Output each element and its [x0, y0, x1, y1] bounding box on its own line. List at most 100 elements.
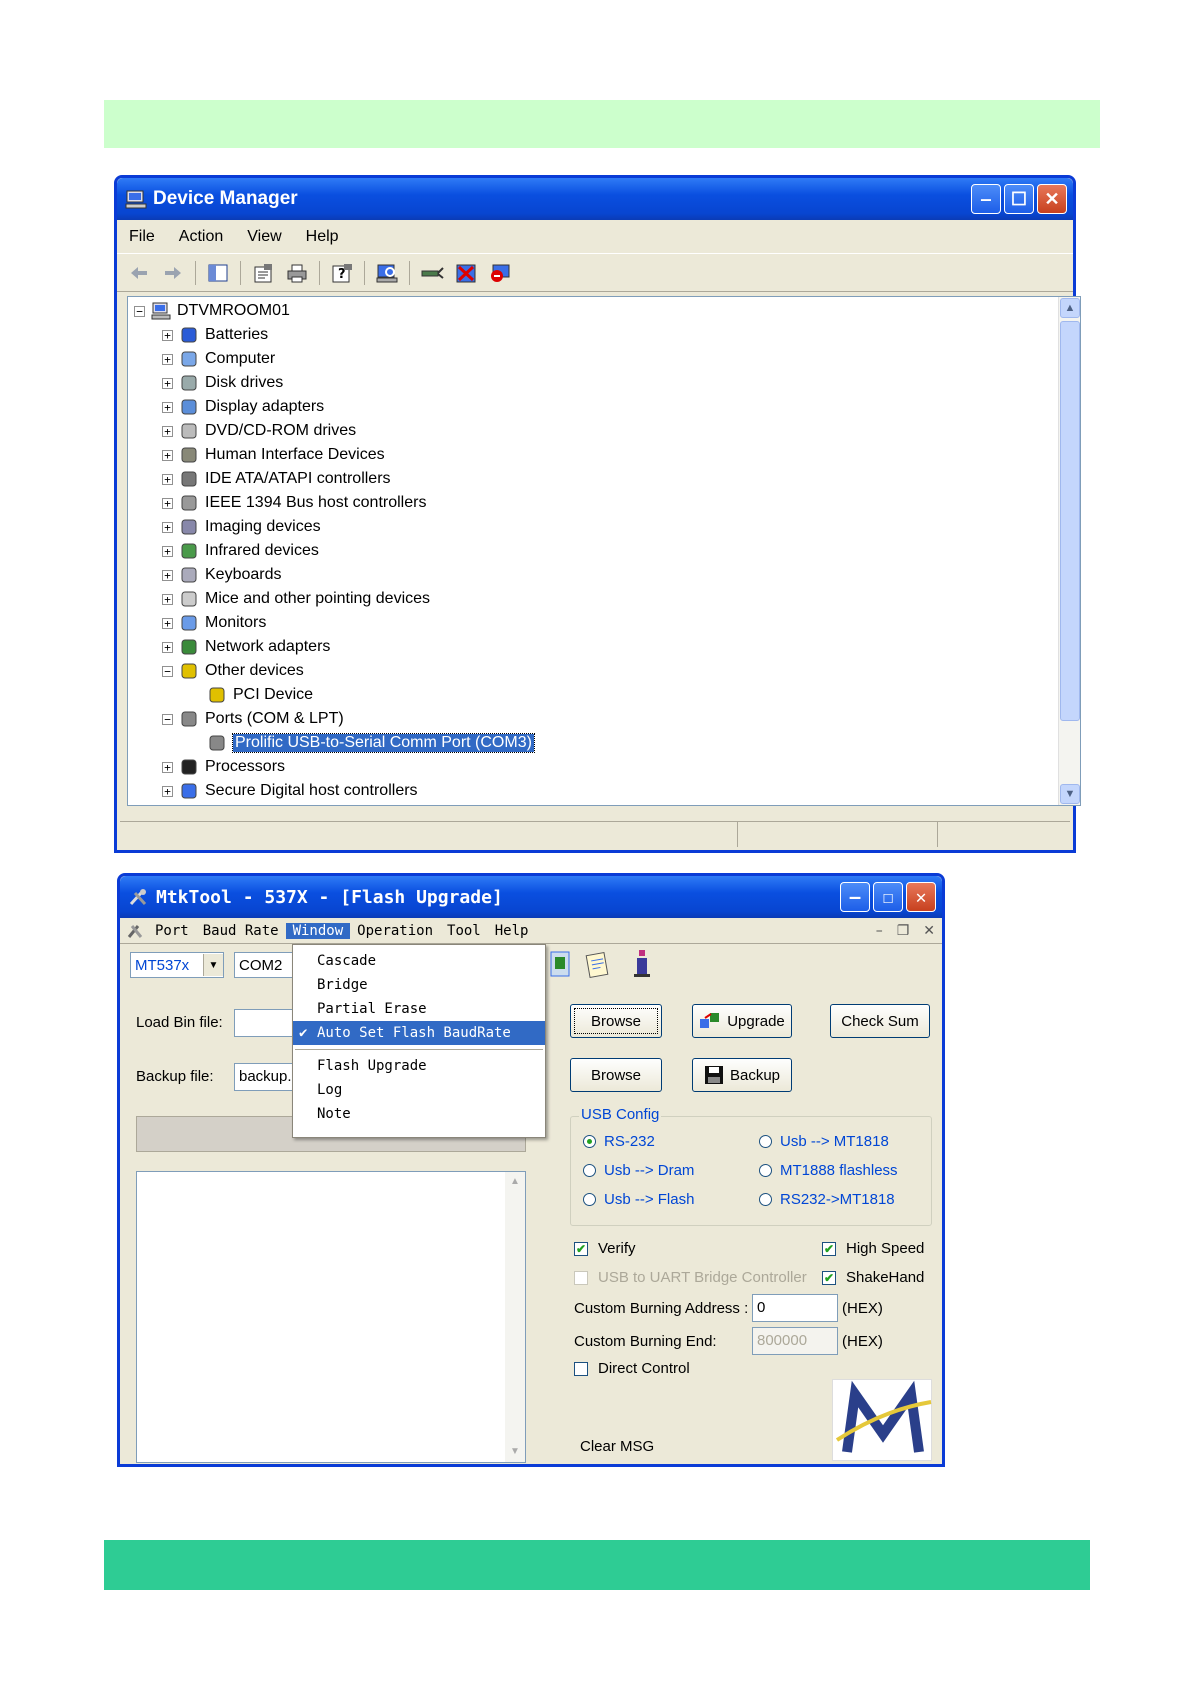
menu-item-note[interactable]: Note: [293, 1102, 545, 1126]
menu-item-cascade[interactable]: Cascade: [293, 949, 545, 973]
notepad-icon[interactable]: [584, 950, 610, 982]
scroll-up-button[interactable]: ▲: [1060, 298, 1080, 318]
backup-file-input[interactable]: backup.bin: [234, 1063, 296, 1091]
minimize-button[interactable]: ‒: [971, 184, 1001, 214]
usb-uart-checkbox[interactable]: USB to UART Bridge Controller: [574, 1269, 807, 1286]
menu-item-auto-set-flash-baudrate[interactable]: ✔ Auto Set Flash BaudRate: [293, 1021, 545, 1045]
help-icon[interactable]: ?: [330, 262, 354, 284]
expand-toggle[interactable]: +: [162, 785, 173, 797]
tree-item[interactable]: + Mice and other pointing devices: [162, 587, 430, 611]
scroll-thumb[interactable]: [1060, 321, 1080, 721]
scroll-down-button[interactable]: ▼: [1060, 784, 1080, 804]
collapse-toggle[interactable]: −: [134, 305, 145, 317]
custom-address-input[interactable]: 0: [752, 1294, 838, 1322]
expand-toggle[interactable]: +: [162, 353, 173, 365]
chevron-down-icon[interactable]: ▼: [203, 954, 223, 976]
high-speed-checkbox[interactable]: ✔ High Speed: [822, 1240, 924, 1257]
expand-toggle[interactable]: +: [162, 617, 173, 629]
radio-indicator[interactable]: [583, 1135, 596, 1148]
expand-toggle[interactable]: +: [162, 761, 173, 773]
tree-item[interactable]: + IDE ATA/ATAPI controllers: [162, 467, 391, 491]
menu-item-bridge[interactable]: Bridge: [293, 973, 545, 997]
shakehand-checkbox[interactable]: ✔ ShakeHand: [822, 1269, 924, 1286]
device-tree[interactable]: − DTVMROOM01 + Batteries + Computer + Disk dr…: [127, 296, 1081, 806]
message-log[interactable]: ▲ ▼: [136, 1171, 526, 1463]
update-driver-icon[interactable]: [420, 262, 444, 284]
menu-window[interactable]: Window: [285, 922, 351, 939]
expand-toggle[interactable]: +: [162, 473, 173, 485]
radio-indicator[interactable]: [583, 1193, 596, 1206]
radio-rs232-mt1818[interactable]: RS232->MT1818: [759, 1191, 895, 1208]
check-sum-button[interactable]: Check Sum: [830, 1004, 930, 1038]
menu-item-partial-erase[interactable]: Partial Erase: [293, 997, 545, 1021]
tree-item[interactable]: + Batteries: [162, 323, 268, 347]
browse-bin-button[interactable]: Browse: [570, 1004, 662, 1038]
mdi-minimize-button[interactable]: –: [869, 923, 890, 939]
backup-button[interactable]: Backup: [692, 1058, 792, 1092]
tree-item[interactable]: + Human Interface Devices: [162, 443, 385, 467]
browse-backup-button[interactable]: Browse: [570, 1058, 662, 1092]
menu-file[interactable]: File: [117, 228, 167, 246]
radio-usb-mt1818[interactable]: Usb --> MT1818: [759, 1133, 889, 1150]
radio-indicator[interactable]: [759, 1135, 772, 1148]
tree-item[interactable]: + Processors: [162, 755, 285, 779]
mdi-restore-button[interactable]: ❐: [890, 923, 917, 939]
tree-item[interactable]: − Other devices: [162, 659, 304, 683]
tree-item[interactable]: + Keyboards: [162, 563, 282, 587]
log-vertical-scrollbar[interactable]: ▲ ▼: [505, 1172, 525, 1462]
expand-toggle[interactable]: +: [162, 377, 173, 389]
scroll-up-button[interactable]: ▲: [505, 1172, 525, 1192]
radio-indicator[interactable]: [759, 1193, 772, 1206]
back-icon[interactable]: [127, 262, 151, 284]
tree-item[interactable]: + Imaging devices: [162, 515, 321, 539]
tree-item[interactable]: + Disk drives: [162, 371, 283, 395]
load-bin-input[interactable]: [234, 1009, 294, 1037]
checkbox-box[interactable]: [574, 1361, 588, 1376]
expand-toggle[interactable]: +: [162, 521, 173, 533]
print-icon[interactable]: [285, 262, 309, 284]
expand-toggle[interactable]: +: [162, 401, 173, 413]
tree-item[interactable]: + Secure Digital host controllers: [162, 779, 418, 803]
tree-item[interactable]: Prolific USB-to-Serial Comm Port (COM3): [190, 731, 535, 755]
forward-icon[interactable]: [161, 262, 185, 284]
tree-vertical-scrollbar[interactable]: ▲ ▼: [1058, 297, 1080, 805]
radio-mt1888-flashless[interactable]: MT1888 flashless: [759, 1162, 898, 1179]
console-tree-icon[interactable]: [206, 262, 230, 284]
expand-toggle[interactable]: +: [162, 449, 173, 461]
collapse-toggle[interactable]: −: [162, 665, 173, 677]
tree-item[interactable]: + Monitors: [162, 611, 266, 635]
radio-usb-flash[interactable]: Usb --> Flash: [583, 1191, 694, 1208]
tree-item[interactable]: + IEEE 1394 Bus host controllers: [162, 491, 426, 515]
tree-item[interactable]: − Ports (COM & LPT): [162, 707, 344, 731]
clear-msg-button[interactable]: Clear MSG: [580, 1438, 654, 1455]
uninstall-icon[interactable]: [454, 262, 478, 284]
menu-operation[interactable]: Operation: [350, 923, 440, 939]
tree-item[interactable]: + Computer: [162, 347, 275, 371]
tree-root[interactable]: − DTVMROOM01: [134, 299, 290, 323]
info-icon[interactable]: [630, 948, 654, 982]
chip-combo[interactable]: MT537x ▼: [130, 952, 224, 978]
expand-toggle[interactable]: +: [162, 329, 173, 341]
checkbox-box[interactable]: ✔: [822, 1270, 836, 1285]
verify-checkbox[interactable]: ✔ Verify: [574, 1240, 636, 1257]
menu-help[interactable]: Help: [294, 228, 351, 246]
port-combo[interactable]: COM2: [234, 952, 300, 978]
menu-baud-rate[interactable]: Baud Rate: [196, 923, 286, 939]
custom-end-input[interactable]: 800000: [752, 1327, 838, 1355]
radio-usb-dram[interactable]: Usb --> Dram: [583, 1162, 694, 1179]
radio-rs232[interactable]: RS-232: [583, 1133, 655, 1150]
menu-action[interactable]: Action: [167, 228, 235, 246]
menu-view[interactable]: View: [235, 228, 293, 246]
expand-toggle[interactable]: +: [162, 497, 173, 509]
menu-port[interactable]: Port: [148, 923, 196, 939]
checkbox-box[interactable]: [574, 1270, 588, 1285]
menu-item-flash-upgrade[interactable]: Flash Upgrade: [293, 1054, 545, 1078]
scan-hardware-icon[interactable]: [375, 262, 399, 284]
close-button[interactable]: ✕: [1037, 184, 1067, 214]
collapse-toggle[interactable]: −: [162, 713, 173, 725]
tree-item[interactable]: + DVD/CD-ROM drives: [162, 419, 356, 443]
menu-help[interactable]: Help: [488, 923, 536, 939]
menu-item-log[interactable]: Log: [293, 1078, 545, 1102]
tree-item[interactable]: + Display adapters: [162, 395, 324, 419]
upgrade-button[interactable]: Upgrade: [692, 1004, 792, 1038]
